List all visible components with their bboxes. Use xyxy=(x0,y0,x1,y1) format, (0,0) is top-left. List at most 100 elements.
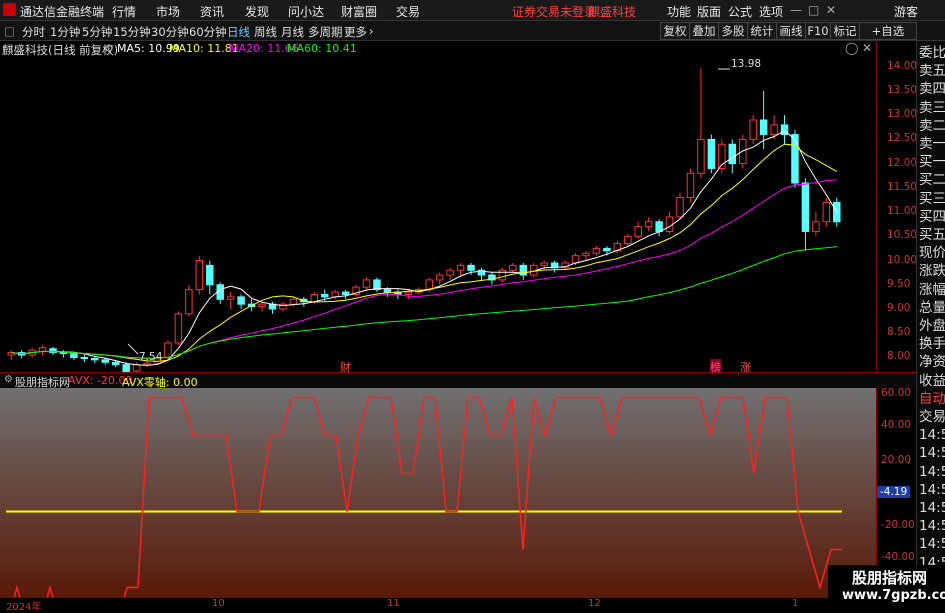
quote-item[interactable]: 买五 xyxy=(919,226,945,245)
quote-item[interactable]: 卖二 xyxy=(919,117,945,136)
candle-body[interactable] xyxy=(206,264,214,286)
quote-item[interactable]: 涨幅 xyxy=(919,281,945,300)
quote-item[interactable]: 买一 xyxy=(919,153,945,172)
menu-zixun[interactable]: 资讯 xyxy=(200,3,224,20)
quote-item[interactable]: 自动 xyxy=(919,390,945,409)
chevron-right-icon[interactable]: › xyxy=(369,24,374,38)
indicator-chart[interactable] xyxy=(0,388,876,597)
candle-body[interactable] xyxy=(226,296,235,300)
candle-body[interactable] xyxy=(759,119,768,136)
user-guest[interactable]: 游客 xyxy=(894,3,918,20)
quote-item[interactable]: 卖五 xyxy=(919,62,945,81)
candle-body[interactable] xyxy=(728,143,737,165)
tf-more[interactable]: 更多 xyxy=(344,24,367,40)
candle-body[interactable] xyxy=(132,364,141,372)
candle-body[interactable] xyxy=(122,364,130,372)
quote-item[interactable]: 买二 xyxy=(919,171,945,190)
candle-body[interactable] xyxy=(91,357,99,361)
tf-30min[interactable]: 30分钟 xyxy=(151,24,189,40)
menu-caifuquan[interactable]: 财富圈 xyxy=(341,3,377,20)
menu-faxian[interactable]: 发现 xyxy=(245,3,269,20)
candle-body[interactable] xyxy=(331,291,339,298)
tongji-button[interactable]: 统计 xyxy=(747,22,777,40)
quote-item[interactable]: 卖一 xyxy=(919,135,945,154)
menu-shichang[interactable]: 市场 xyxy=(156,3,180,20)
biaoji-button[interactable]: 标记 xyxy=(830,22,860,40)
quote-item[interactable]: 14:56 xyxy=(919,481,945,500)
duogu-button[interactable]: 多股 xyxy=(718,22,748,40)
close-icon[interactable]: ✕ xyxy=(826,3,836,17)
candle-body[interactable] xyxy=(498,269,507,281)
quote-item[interactable]: 现价 xyxy=(919,244,945,263)
candle-body[interactable] xyxy=(676,197,684,218)
candle-body[interactable] xyxy=(446,269,454,276)
quote-item[interactable]: 外盘 xyxy=(919,317,945,336)
candle-body[interactable] xyxy=(80,356,89,359)
diejia-button[interactable]: 叠加 xyxy=(689,22,719,40)
candle-body[interactable] xyxy=(362,279,371,288)
f10-button[interactable]: F10 xyxy=(805,22,831,40)
candle-body[interactable] xyxy=(383,289,392,293)
candle-body[interactable] xyxy=(111,361,120,366)
panel-close-icon[interactable]: ✕ xyxy=(862,41,872,55)
candle-body[interactable] xyxy=(801,182,810,232)
quote-item[interactable]: 14:56 xyxy=(919,463,945,482)
trade-login-notice[interactable]: 证券交易未登录 xyxy=(512,3,596,20)
quote-item[interactable]: 14:56 xyxy=(919,444,945,463)
candle-body[interactable] xyxy=(143,362,151,366)
menu-wenxiaoda[interactable]: 问小达 xyxy=(288,3,324,20)
quote-item[interactable]: 交易 xyxy=(919,408,945,427)
quote-item[interactable]: 总量 xyxy=(919,299,945,318)
candle-body[interactable] xyxy=(770,124,778,136)
quote-item[interactable]: 14:56 xyxy=(919,535,945,554)
candle-body[interactable] xyxy=(540,262,548,266)
candle-body[interactable] xyxy=(624,235,632,245)
candle-body[interactable] xyxy=(289,298,298,305)
menu-gongshi[interactable]: 公式 xyxy=(728,3,752,20)
candle-body[interactable] xyxy=(341,291,350,295)
tf-15min[interactable]: 15分钟 xyxy=(113,24,151,40)
minimize-icon[interactable]: — xyxy=(790,3,802,17)
quote-item[interactable]: 14:56 xyxy=(919,426,945,445)
restore-icon[interactable]: □ xyxy=(808,3,819,17)
tf-1min[interactable]: 1分钟 xyxy=(50,24,80,40)
huaxian-button[interactable]: 画线 xyxy=(776,22,806,40)
menu-gongneng[interactable]: 功能 xyxy=(667,3,691,20)
tf-monthly[interactable]: 月线 xyxy=(281,24,304,40)
candle-body[interactable] xyxy=(634,226,642,237)
candle-body[interactable] xyxy=(164,342,172,358)
candle-body[interactable] xyxy=(70,353,78,358)
fuquan-button[interactable]: 复权 xyxy=(660,22,690,40)
settings-gear-icon[interactable]: ⚙ xyxy=(104,42,114,55)
add-watchlist-button[interactable]: +自选 xyxy=(859,22,917,40)
quote-item[interactable]: 14:56 xyxy=(919,517,945,536)
candle-body[interactable] xyxy=(749,119,757,140)
quote-item[interactable]: 换手 xyxy=(919,335,945,354)
quote-item[interactable]: 收益 xyxy=(919,372,945,391)
candle-body[interactable] xyxy=(592,247,601,254)
candle-body[interactable] xyxy=(655,221,663,232)
menu-banmian[interactable]: 版面 xyxy=(697,3,721,20)
candle-body[interactable] xyxy=(237,296,245,305)
candle-body[interactable] xyxy=(644,221,653,228)
candle-body[interactable] xyxy=(195,260,204,291)
candle-body[interactable] xyxy=(101,359,110,363)
quote-item[interactable]: 净资 xyxy=(919,353,945,372)
menu-xuanxiang[interactable]: 选项 xyxy=(759,3,783,20)
candle-body[interactable] xyxy=(404,291,413,295)
candle-body[interactable] xyxy=(456,264,465,271)
candle-body[interactable] xyxy=(686,172,695,199)
candle-body[interactable] xyxy=(707,138,716,169)
candlestick-chart[interactable] xyxy=(0,57,876,372)
indicator-gear-icon[interactable]: ⚙ xyxy=(4,374,13,385)
candle-body[interactable] xyxy=(320,293,329,298)
candle-body[interactable] xyxy=(697,138,705,174)
quote-item[interactable]: 涨跌 xyxy=(919,262,945,281)
candle-body[interactable] xyxy=(435,274,444,281)
candle-body[interactable] xyxy=(258,303,266,308)
quote-item[interactable]: 买三 xyxy=(919,190,945,209)
candle-body[interactable] xyxy=(519,264,528,276)
tf-60min[interactable]: 60分钟 xyxy=(189,24,227,40)
tf-5min[interactable]: 5分钟 xyxy=(82,24,112,40)
menu-jiaoyi[interactable]: 交易 xyxy=(396,3,420,20)
